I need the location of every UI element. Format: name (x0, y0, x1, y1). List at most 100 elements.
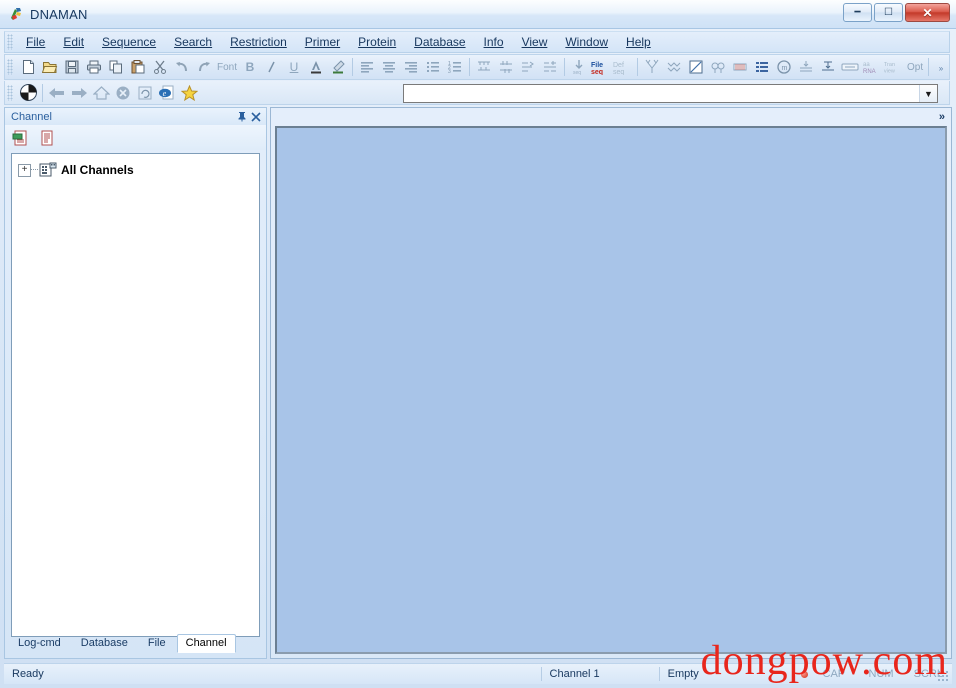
close-button[interactable]: ✕ (905, 3, 950, 22)
maximize-button[interactable]: ☐ (874, 3, 903, 22)
close-panel-icon[interactable] (249, 110, 263, 124)
tab-database[interactable]: Database (72, 634, 137, 653)
dnaman-application-window: DNAMAN ━ ☐ ✕ File Edit Sequence Search R… (0, 0, 956, 688)
back-arrow-icon[interactable] (46, 83, 68, 103)
load-seq-icon[interactable]: seq (568, 56, 590, 78)
dot-plot-icon[interactable] (685, 56, 707, 78)
file-seq-icon[interactable]: File seq (590, 56, 612, 78)
address-dropdown-button[interactable]: ▼ (919, 85, 937, 102)
list-view-icon[interactable] (751, 56, 773, 78)
toolbar-overflow-button[interactable]: » (935, 57, 947, 79)
tree-connector (31, 169, 38, 171)
number-list-icon[interactable]: 123 (444, 56, 466, 78)
homology-search-icon[interactable] (707, 56, 729, 78)
all-channels-icon (39, 162, 57, 178)
address-input[interactable] (404, 85, 919, 102)
undo-icon[interactable] (171, 56, 193, 78)
toolbar-overflow-chevron: » (938, 63, 944, 73)
alignment-icon[interactable] (495, 56, 517, 78)
tab-file[interactable]: File (139, 634, 175, 653)
bold-icon[interactable]: B (239, 56, 261, 78)
channel-globe-icon[interactable] (17, 83, 39, 103)
bullet-list-icon[interactable] (422, 56, 444, 78)
menu-label-database: Database (414, 35, 466, 49)
def-seq-icon[interactable]: Def seq (612, 56, 634, 78)
restriction-map-icon[interactable] (473, 56, 495, 78)
expand-icon[interactable]: + (18, 163, 31, 177)
options-icon[interactable]: Opt (905, 62, 925, 73)
mdi-overflow-chevron-icon[interactable]: » (939, 111, 945, 123)
svg-text:seq: seq (613, 69, 624, 75)
translate-icon[interactable] (795, 56, 817, 78)
restriction-cut-icon[interactable] (817, 56, 839, 78)
menu-item-restriction[interactable]: Restriction (221, 33, 296, 51)
tab-log-cmd[interactable]: Log-cmd (9, 634, 70, 653)
navigation-bar: e ▼ (4, 81, 950, 105)
title-bar: DNAMAN ━ ☐ ✕ (0, 0, 956, 29)
menu-item-edit[interactable]: Edit (54, 33, 93, 51)
save-icon[interactable] (61, 56, 83, 78)
sequence-view-icon[interactable] (729, 56, 751, 78)
menu-item-view[interactable]: View (513, 33, 557, 51)
font-color-icon[interactable] (305, 56, 327, 78)
multiple-alignment-icon[interactable] (663, 56, 685, 78)
navbar-gripper[interactable] (7, 84, 13, 101)
phylogenetic-tree-icon[interactable] (641, 56, 663, 78)
menu-item-info[interactable]: Info (475, 33, 513, 51)
stop-icon[interactable] (112, 83, 134, 103)
menu-item-search[interactable]: Search (165, 33, 221, 51)
menu-item-primer[interactable]: Primer (296, 33, 349, 51)
home-icon[interactable] (90, 83, 112, 103)
copy-icon[interactable] (105, 56, 127, 78)
menu-item-window[interactable]: Window (556, 33, 617, 51)
align-right-icon[interactable] (400, 56, 422, 78)
new-channel-icon[interactable] (11, 128, 31, 148)
menu-label-sequence: Sequence (102, 35, 157, 49)
channel-tree[interactable]: + All Channels (11, 153, 260, 637)
rna-icon[interactable]: aa RNA (861, 56, 883, 78)
pin-icon[interactable] (235, 110, 249, 124)
print-icon[interactable] (83, 56, 105, 78)
tree-item-label: All Channels (61, 163, 134, 177)
paste-icon[interactable] (127, 56, 149, 78)
cut-scissors-icon[interactable] (149, 56, 171, 78)
menu-item-help[interactable]: Help (617, 33, 660, 51)
status-empty-text: Empty (667, 668, 699, 680)
menu-gripper[interactable] (7, 34, 13, 50)
align-left-icon[interactable] (356, 56, 378, 78)
refresh-icon[interactable] (134, 83, 156, 103)
minimize-button[interactable]: ━ (843, 3, 872, 22)
tab-channel[interactable]: Channel (176, 634, 236, 653)
open-folder-icon[interactable] (39, 56, 61, 78)
sequence-assembly-icon[interactable] (539, 56, 561, 78)
highlight-color-icon[interactable] (327, 56, 349, 78)
font-label[interactable]: Font (215, 62, 239, 73)
new-icon[interactable] (17, 56, 39, 78)
status-ready-text: Ready (12, 668, 44, 680)
resize-grip-icon[interactable] (937, 670, 949, 682)
tran-view-icon[interactable]: Tran view (883, 56, 905, 78)
menu-item-file[interactable]: File (17, 33, 54, 51)
toolbar-gripper[interactable] (7, 59, 13, 75)
tree-item-all-channels[interactable]: + All Channels (12, 160, 259, 180)
menu-item-protein[interactable]: Protein (349, 33, 405, 51)
menu-item-sequence[interactable]: Sequence (93, 33, 165, 51)
forward-arrow-icon[interactable] (68, 83, 90, 103)
plasmid-map-icon[interactable]: m (773, 56, 795, 78)
underline-icon[interactable]: U (283, 56, 305, 78)
activity-led-icon (801, 670, 809, 678)
redo-icon[interactable] (193, 56, 215, 78)
address-combobox[interactable]: ▼ (403, 84, 938, 103)
toolbar-separator-1 (352, 58, 354, 76)
internet-explorer-icon[interactable]: e (156, 83, 178, 103)
favorites-star-icon[interactable] (178, 83, 200, 103)
mdi-tab-bar: » (271, 108, 951, 126)
mdi-client-workspace[interactable] (275, 126, 947, 654)
channel-properties-icon[interactable] (37, 128, 57, 148)
menu-item-database[interactable]: Database (405, 33, 474, 51)
italic-icon[interactable] (261, 56, 283, 78)
underline-glyph: U (289, 60, 299, 74)
align-center-icon[interactable] (378, 56, 400, 78)
primer-design-icon[interactable] (517, 56, 539, 78)
label-box-icon[interactable] (839, 56, 861, 78)
